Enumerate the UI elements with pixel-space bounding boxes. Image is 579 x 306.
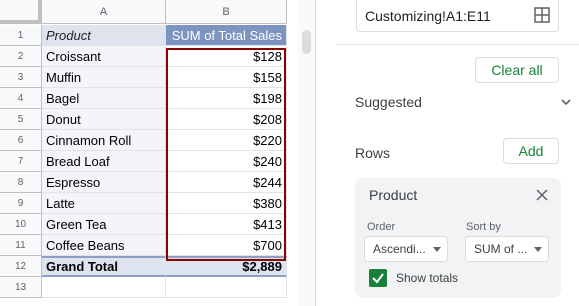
row-header[interactable]: 8 <box>0 172 42 193</box>
scrollbar-thumb[interactable] <box>302 30 311 54</box>
product-cell[interactable]: Cinnamon Roll <box>42 130 166 151</box>
close-icon[interactable] <box>535 188 549 202</box>
data-range-field[interactable]: Customizing!A1:E11 <box>356 0 559 32</box>
sort-by-select-value: SUM of ... <box>474 242 528 256</box>
order-select[interactable]: Ascendi... <box>364 236 448 262</box>
sales-cell[interactable]: $158 <box>166 67 287 88</box>
empty-cell[interactable] <box>166 277 287 298</box>
row-header[interactable]: 1 <box>0 25 42 46</box>
product-cell[interactable]: Green Tea <box>42 214 166 235</box>
row-header[interactable]: 2 <box>0 46 42 67</box>
product-cell[interactable]: Muffin <box>42 67 166 88</box>
sales-cell[interactable]: $380 <box>166 193 287 214</box>
select-all-corner[interactable] <box>0 0 42 24</box>
pivot-table-editor: Customizing!A1:E11 Clear all Suggested R… <box>336 0 579 306</box>
row-field-card-product: Product Order Ascendi... Sort by SUM of … <box>355 178 561 298</box>
sort-by-select[interactable]: SUM of ... <box>465 236 549 262</box>
sales-cell[interactable]: $700 <box>166 235 287 256</box>
row-header[interactable]: 11 <box>0 235 42 256</box>
product-cell[interactable]: Croissant <box>42 46 166 67</box>
data-range-text: Customizing!A1:E11 <box>365 7 491 24</box>
row-header[interactable]: 13 <box>0 277 42 298</box>
order-label: Order <box>367 221 396 233</box>
product-cell[interactable]: Coffee Beans <box>42 235 166 256</box>
product-cell[interactable]: Bread Loaf <box>42 151 166 172</box>
product-cell[interactable]: Espresso <box>42 172 166 193</box>
sales-cell[interactable]: $220 <box>166 130 287 151</box>
row-header[interactable]: 10 <box>0 214 42 235</box>
row-header[interactable]: 9 <box>0 193 42 214</box>
grand-total-value[interactable]: $2,889 <box>166 256 287 277</box>
dropdown-arrow-icon <box>433 247 441 252</box>
pivot-header-sales[interactable]: SUM of Total Sales <box>166 25 287 46</box>
product-cell[interactable]: Donut <box>42 109 166 130</box>
row-header[interactable]: 7 <box>0 151 42 172</box>
select-range-grid-icon[interactable] <box>534 7 550 23</box>
sales-cell[interactable]: $244 <box>166 172 287 193</box>
sort-by-label: Sort by <box>466 221 501 233</box>
sales-cell[interactable]: $128 <box>166 46 287 67</box>
dropdown-arrow-icon <box>534 247 542 252</box>
sales-cell[interactable]: $198 <box>166 88 287 109</box>
show-totals-label: Show totals <box>396 271 459 285</box>
rows-section-label: Rows <box>355 145 391 161</box>
row-header[interactable]: 12 <box>0 256 42 277</box>
row-field-title: Product <box>369 187 418 203</box>
row-header[interactable]: 6 <box>0 130 42 151</box>
suggested-section-label[interactable]: Suggested <box>355 94 422 110</box>
row-header[interactable]: 5 <box>0 109 42 130</box>
sales-cell[interactable]: $240 <box>166 151 287 172</box>
clear-all-button[interactable]: Clear all <box>475 57 559 83</box>
column-header-b[interactable]: B <box>166 0 287 24</box>
empty-cell[interactable] <box>42 277 166 298</box>
grand-total-label[interactable]: Grand Total <box>42 256 166 277</box>
sales-cell[interactable]: $208 <box>166 109 287 130</box>
checkmark-icon <box>372 273 384 284</box>
add-row-button[interactable]: Add <box>503 138 559 164</box>
sales-cell[interactable]: $413 <box>166 214 287 235</box>
order-select-value: Ascendi... <box>373 242 426 256</box>
product-cell[interactable]: Bagel <box>42 88 166 109</box>
row-header[interactable]: 3 <box>0 67 42 88</box>
show-totals-checkbox[interactable] <box>369 269 387 287</box>
product-cell[interactable]: Latte <box>42 193 166 214</box>
spreadsheet-grid: A B 1 2 3 4 5 6 7 8 9 10 11 12 13 Product SUM of Tota… <box>0 0 316 306</box>
column-header-a[interactable]: A <box>42 0 166 24</box>
pivot-header-product[interactable]: Product <box>42 25 166 46</box>
row-header[interactable]: 4 <box>0 88 42 109</box>
chevron-down-icon[interactable] <box>560 96 572 108</box>
